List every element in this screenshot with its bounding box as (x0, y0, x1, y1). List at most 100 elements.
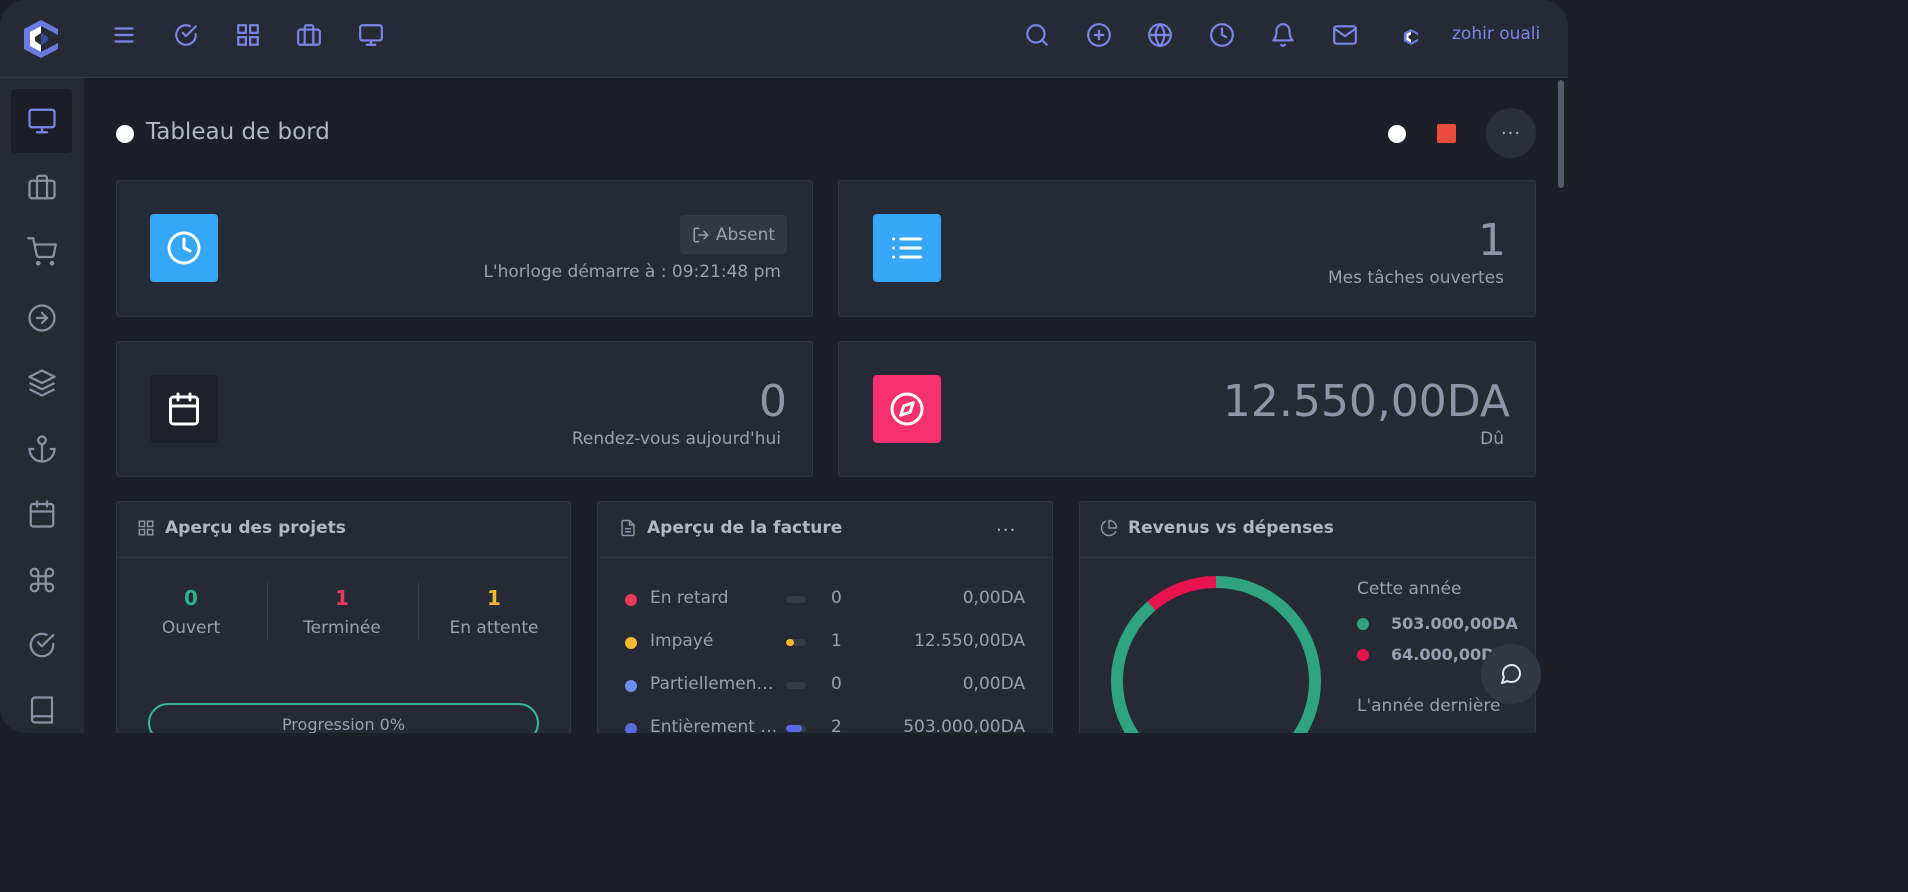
invoice-amount: 503.000,00DA (903, 717, 1025, 733)
invoice-row[interactable]: Impayé 1 12.550,00DA (625, 631, 1025, 655)
invoice-amount: 0,00DA (962, 674, 1025, 694)
invoice-amount: 0,00DA (962, 588, 1025, 608)
revenue-panel-title: Revenus vs dépenses (1128, 518, 1334, 538)
compass-icon-box (873, 375, 941, 443)
grid-icon[interactable] (235, 22, 261, 48)
projects-progress: Progression 0% (148, 703, 539, 733)
invoice-more-button[interactable]: ··· (996, 520, 1016, 541)
invoice-progress-bar (786, 725, 806, 732)
sidebar-item-calendar[interactable] (11, 482, 72, 546)
list-icon (892, 237, 922, 259)
clock-out-button[interactable]: Absent (680, 215, 787, 254)
stat-value: 0 (184, 586, 198, 610)
clock-icon[interactable] (1209, 22, 1235, 48)
invoice-status-label: Partiellement payé (650, 674, 778, 694)
sidebar-item-projects[interactable] (11, 155, 72, 219)
check-circle-icon (29, 632, 54, 658)
sidebar-item-anchor[interactable] (11, 417, 72, 481)
message-circle-icon (1501, 663, 1522, 684)
book-icon (30, 696, 53, 724)
stat-value: 1 (487, 586, 501, 610)
due-label: Dû (1480, 429, 1504, 449)
app-logo[interactable] (22, 18, 60, 60)
briefcase-icon (27, 174, 56, 200)
check-circle-icon[interactable] (173, 22, 199, 48)
page-title: Tableau de bord (146, 119, 330, 145)
menu-icon[interactable] (111, 22, 137, 48)
status-dot (625, 723, 637, 733)
user-name[interactable]: zohir ouali (1452, 24, 1540, 44)
compass-icon (890, 392, 924, 426)
theme-toggle-light[interactable] (1388, 125, 1406, 143)
globe-icon[interactable] (1147, 22, 1173, 48)
arrow-right-circle-icon (27, 304, 56, 332)
appointments-label: Rendez-vous aujourd'hui (571, 429, 781, 449)
mail-icon[interactable] (1332, 22, 1358, 48)
clock-out-label: Absent (715, 224, 776, 245)
layers-icon (27, 369, 56, 397)
invoice-progress-bar (786, 682, 806, 689)
stat-label: Terminée (303, 618, 381, 638)
calendar-icon-box (150, 375, 218, 443)
expense-dot (1357, 649, 1369, 661)
sidebar-item-dashboard[interactable] (11, 89, 72, 153)
invoice-row[interactable]: Entièrement payé 2 503.000,00DA (625, 717, 1025, 733)
projects-completed-stat[interactable]: 1 Terminée (267, 586, 417, 638)
sidebar-item-tasks[interactable] (11, 613, 72, 677)
open-tasks-label: Mes tâches ouvertes (1328, 268, 1504, 288)
monitor-icon[interactable] (358, 22, 384, 48)
theme-color-swatch[interactable] (1437, 124, 1456, 143)
donut-expense-segment (1147, 576, 1217, 611)
user-avatar[interactable] (1403, 28, 1419, 46)
invoice-row[interactable]: En retard 0 0,00DA (625, 588, 1025, 612)
income-dot (1357, 618, 1369, 630)
invoice-progress-bar (786, 596, 806, 603)
bell-icon[interactable] (1270, 22, 1296, 48)
plus-circle-icon[interactable] (1086, 22, 1112, 48)
appointments-card[interactable] (116, 341, 813, 477)
sidebar-item-sales[interactable] (11, 220, 72, 284)
stat-value: 1 (335, 586, 349, 610)
sidebar-item-knowledge[interactable] (11, 678, 72, 733)
open-tasks-count: 1 (1478, 215, 1506, 266)
clock-icon (167, 231, 201, 265)
donut-income-segment (1111, 576, 1321, 733)
page-title-dot (116, 125, 134, 143)
status-dot (625, 680, 637, 692)
briefcase-icon[interactable] (296, 22, 322, 48)
due-amount: 12.550,00DA (1222, 376, 1510, 427)
invoice-status-label: En retard (650, 588, 729, 608)
pie-chart-icon (1100, 519, 1118, 537)
tasks-card[interactable] (838, 180, 1536, 317)
search-icon[interactable] (1024, 22, 1050, 48)
sidebar-item-layers[interactable] (11, 351, 72, 415)
stat-label: Ouvert (161, 618, 221, 638)
app-window: zohir ouali Tableau de bord ··· Absent L… (0, 0, 1568, 733)
chat-button[interactable] (1481, 644, 1541, 704)
projects-pending-stat[interactable]: 1 En attente (419, 586, 569, 638)
last-year-label: L'année dernière (1357, 696, 1501, 716)
invoice-progress-bar (786, 639, 806, 646)
invoice-amount: 12.550,00DA (914, 631, 1025, 651)
sidebar-item-command[interactable] (11, 548, 72, 612)
invoice-panel-header: Aperçu de la facture (619, 518, 842, 538)
invoice-status-label: Entièrement payé (650, 717, 778, 733)
status-dot (625, 637, 637, 649)
header-more-button[interactable]: ··· (1486, 108, 1536, 158)
page-scrollbar[interactable] (1558, 80, 1564, 188)
invoice-row[interactable]: Partiellement payé 0 0,00DA (625, 674, 1025, 698)
projects-panel-header: Aperçu des projets (137, 518, 346, 538)
invoice-progress-fill (786, 725, 802, 732)
invoice-progress-fill (786, 639, 794, 646)
panel-divider (598, 557, 1052, 558)
list-icon-box (873, 214, 941, 282)
this-year-label: Cette année (1357, 579, 1462, 599)
panel-divider (1080, 557, 1535, 558)
sidebar-item-leads[interactable] (11, 286, 72, 350)
projects-open-stat[interactable]: 0 Ouvert (116, 586, 266, 638)
sidebar (0, 78, 84, 733)
status-dot (625, 594, 637, 606)
command-icon (29, 567, 54, 593)
invoice-count: 1 (831, 631, 842, 651)
file-text-icon (621, 519, 635, 537)
